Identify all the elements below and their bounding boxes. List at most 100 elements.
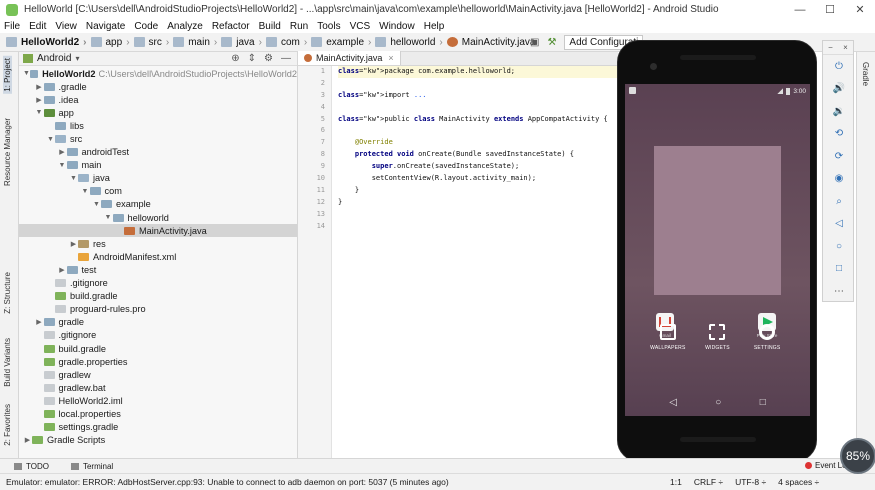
- tree-item[interactable]: ▼ helloworld: [19, 211, 297, 224]
- indent-setting[interactable]: 4 spaces ÷: [778, 477, 819, 487]
- tree-item[interactable]: local.properties: [19, 407, 297, 420]
- code-line[interactable]: @Override: [338, 137, 618, 149]
- tree-item[interactable]: ▼ main: [19, 159, 297, 172]
- menu-window[interactable]: Window: [379, 21, 415, 32]
- tree-item[interactable]: gradlew: [19, 368, 297, 381]
- code-area[interactable]: class="kw">package com.example.helloworl…: [338, 66, 618, 232]
- chevron-down-icon[interactable]: ▼: [104, 214, 113, 221]
- status-message[interactable]: Emulator: emulator: ERROR: AdbHostServer…: [6, 477, 449, 487]
- code-line[interactable]: [338, 209, 618, 221]
- breadcrumb-app[interactable]: app ›: [90, 37, 130, 48]
- code-line[interactable]: [338, 125, 618, 137]
- tree-item[interactable]: ▶ Gradle Scripts: [19, 434, 297, 447]
- home-button-icon[interactable]: ○: [823, 235, 855, 258]
- chevron-right-icon[interactable]: ▶: [35, 83, 44, 91]
- tree-item[interactable]: build.gradle: [19, 342, 297, 355]
- code-line[interactable]: protected void onCreate(Bundle savedInst…: [338, 149, 618, 161]
- code-line[interactable]: class="kw">package com.example.helloworl…: [338, 66, 618, 78]
- breadcrumb-com[interactable]: com ›: [265, 37, 307, 48]
- menu-vcs[interactable]: VCS: [350, 21, 371, 32]
- chevron-right-icon[interactable]: ▶: [58, 148, 67, 156]
- tree-item[interactable]: ▶ res: [19, 237, 297, 250]
- menu-code[interactable]: Code: [134, 21, 158, 32]
- menu-navigate[interactable]: Navigate: [86, 21, 125, 32]
- tree-item[interactable]: .gitignore: [19, 329, 297, 342]
- code-line[interactable]: [338, 102, 618, 114]
- menu-build[interactable]: Build: [259, 21, 281, 32]
- breadcrumb-java[interactable]: java ›: [221, 37, 262, 48]
- chevron-down-icon[interactable]: ▼: [92, 201, 101, 208]
- tree-item[interactable]: .gitignore: [19, 277, 297, 290]
- breadcrumb-main[interactable]: main ›: [173, 37, 217, 48]
- overview-button-icon[interactable]: □: [823, 258, 855, 281]
- power-icon[interactable]: ⏻: [823, 55, 855, 78]
- tree-item[interactable]: ▶ .gradle: [19, 80, 297, 93]
- tree-item[interactable]: ▶ gradle: [19, 316, 297, 329]
- gear-icon[interactable]: ⚙: [264, 53, 273, 64]
- tab-gradle[interactable]: Gradle: [861, 62, 870, 86]
- tree-item[interactable]: AndroidManifest.xml: [19, 250, 297, 263]
- emulator-screen[interactable]: 3:00 Gmail Play Store WALLPAPERS WIDGETS…: [625, 84, 810, 416]
- file-encoding[interactable]: UTF-8 ÷: [735, 477, 766, 487]
- terminal-tab[interactable]: Terminal: [70, 462, 113, 471]
- tree-item[interactable]: libs: [19, 119, 297, 132]
- breadcrumb-project[interactable]: HelloWorld2 ›: [6, 37, 87, 48]
- recents-icon[interactable]: □: [760, 397, 766, 408]
- tab-structure[interactable]: Z: Structure: [3, 272, 12, 314]
- minimize-emulator-icon[interactable]: −: [828, 43, 833, 52]
- chevron-right-icon[interactable]: ▶: [35, 318, 44, 326]
- menu-file[interactable]: File: [4, 21, 20, 32]
- collapse-icon[interactable]: ⇕: [248, 53, 256, 64]
- code-line[interactable]: setContentView(R.layout.activity_main);: [338, 173, 618, 185]
- code-line[interactable]: [338, 78, 618, 90]
- tree-item[interactable]: gradlew.bat: [19, 381, 297, 394]
- tree-item[interactable]: ▼ src: [19, 132, 297, 145]
- rotate-right-icon[interactable]: ⟳: [823, 145, 855, 168]
- code-line[interactable]: [338, 221, 618, 233]
- chevron-down-icon[interactable]: ▾: [75, 54, 79, 63]
- tree-item[interactable]: gradle.properties: [19, 355, 297, 368]
- breadcrumb-file[interactable]: MainActivity.java: [446, 37, 535, 48]
- code-line[interactable]: }: [338, 197, 618, 209]
- code-line[interactable]: class="kw">public class MainActivity ext…: [338, 114, 618, 126]
- volume-up-icon[interactable]: 🔊: [823, 78, 855, 101]
- tree-item[interactable]: settings.gradle: [19, 421, 297, 434]
- tree-item[interactable]: ▼ app: [19, 106, 297, 119]
- chevron-right-icon[interactable]: ▶: [69, 240, 78, 248]
- chevron-down-icon[interactable]: ▼: [35, 109, 44, 116]
- chevron-down-icon[interactable]: ▼: [23, 70, 30, 77]
- close-tab-icon[interactable]: ×: [388, 53, 393, 63]
- chevron-right-icon[interactable]: ▶: [58, 266, 67, 274]
- breadcrumb-src[interactable]: src ›: [133, 37, 169, 48]
- hammer-icon[interactable]: ⚒: [547, 37, 556, 48]
- code-line[interactable]: }: [338, 185, 618, 197]
- chevron-right-icon[interactable]: ▶: [23, 436, 32, 444]
- tree-item[interactable]: MainActivity.java: [19, 224, 297, 238]
- project-structure-icon[interactable]: ▣: [530, 37, 539, 48]
- tree-item[interactable]: ▶ test: [19, 263, 297, 276]
- breadcrumb-example[interactable]: example ›: [311, 37, 371, 48]
- tree-item[interactable]: ▼ example: [19, 198, 297, 211]
- breadcrumb-helloworld[interactable]: helloworld ›: [375, 37, 443, 48]
- chevron-down-icon[interactable]: ▼: [58, 162, 67, 169]
- tab-favorites[interactable]: 2: Favorites: [3, 404, 12, 446]
- hide-icon[interactable]: —: [281, 53, 291, 64]
- tree-item[interactable]: ▼ HelloWorld2 C:\Users\dell\AndroidStudioP…: [19, 67, 297, 80]
- tree-item[interactable]: ▼ com: [19, 185, 297, 198]
- caret-position[interactable]: 1:1: [670, 477, 682, 487]
- tree-item[interactable]: ▶ androidTest: [19, 146, 297, 159]
- menu-view[interactable]: View: [55, 21, 77, 32]
- tab-project[interactable]: 1: Project: [3, 56, 12, 94]
- line-separator[interactable]: CRLF ÷: [694, 477, 723, 487]
- chevron-down-icon[interactable]: ▼: [69, 175, 78, 182]
- code-line[interactable]: super.onCreate(savedInstanceState);: [338, 161, 618, 173]
- settings-option[interactable]: SETTINGS: [747, 324, 787, 374]
- tree-item[interactable]: proguard-rules.pro: [19, 303, 297, 316]
- menu-tools[interactable]: Tools: [317, 21, 340, 32]
- chevron-down-icon[interactable]: ▼: [81, 188, 90, 195]
- menu-analyze[interactable]: Analyze: [167, 21, 203, 32]
- back-icon[interactable]: ◁: [669, 397, 677, 408]
- menu-refactor[interactable]: Refactor: [212, 21, 250, 32]
- back-button-icon[interactable]: ◁: [823, 213, 855, 236]
- project-view-dropdown[interactable]: Android: [37, 53, 71, 64]
